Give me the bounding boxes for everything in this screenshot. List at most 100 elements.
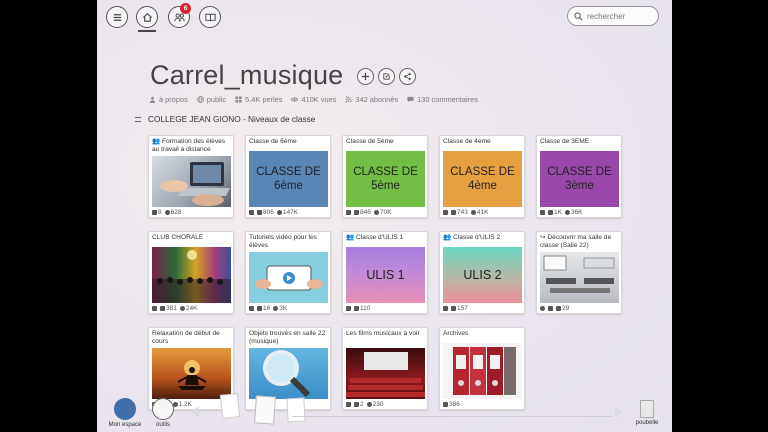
section-header[interactable]: COLLEGE JEAN GIONO - Niveaux de classe: [135, 114, 315, 124]
laptop-illustration: [160, 162, 230, 206]
video-phone-illustration: [255, 265, 323, 291]
book-icon: [204, 13, 216, 21]
card-image: ULIS 2: [443, 247, 522, 303]
poubelle-button[interactable]: poubelle: [633, 400, 661, 426]
tray-item[interactable]: [254, 395, 276, 425]
poubelle-label: poubelle: [635, 420, 659, 426]
card-caption: Les films musicaux à voir: [346, 330, 420, 337]
card-image: CLASSE DE 4ème: [443, 151, 522, 207]
book-button[interactable]: [199, 6, 221, 28]
collapse-icon: [135, 116, 141, 122]
card-image: CLASSE DE 3ème: [540, 151, 619, 207]
card-image-binders: [443, 343, 522, 399]
comments-label: 130 commentaires: [417, 95, 478, 104]
card-formation[interactable]: 👥 Formation des élèves au travail à dist…: [148, 135, 234, 218]
choir-illustration: [152, 250, 231, 303]
comment-icon: [407, 96, 414, 103]
trash-icon: [640, 400, 654, 418]
comments-info: 130 commentaires: [407, 95, 478, 104]
subscribers-info: 342 abonnés: [345, 95, 398, 104]
menu-button[interactable]: [106, 6, 128, 28]
views-label: 410K vues: [301, 95, 337, 104]
grid-icon: [235, 96, 242, 103]
card-classe-5[interactable]: Classe de 5ème CLASSE DE 5ème 846 70K: [342, 135, 428, 218]
card-image: CLASSE DE 5ème: [346, 151, 425, 207]
edit-button[interactable]: [378, 68, 395, 85]
page-meta: à propos public 5.4K perles 410K vues 34…: [149, 95, 478, 104]
outils-button[interactable]: outils: [149, 398, 177, 428]
card-caption: Objets trouvés en salle 22 (musique): [249, 330, 326, 345]
card-stats: 846 70K: [346, 209, 424, 216]
globe-icon: [196, 96, 204, 103]
card-image: ULIS 1: [346, 247, 425, 303]
scroll-right-arrow-icon[interactable]: [615, 406, 623, 418]
perles-info: 5.4K perles: [235, 95, 282, 104]
card-caption: 👥 Formation des élèves au travail à dist…: [152, 138, 226, 153]
card-image: CLASSE DE 6ème: [249, 151, 328, 207]
card-classe-6[interactable]: Classe de 6ème CLASSE DE 6ème 806 147K: [245, 135, 331, 218]
card-stats: 16 3K: [249, 305, 327, 312]
section-title: COLLEGE JEAN GIONO - Niveaux de classe: [148, 114, 316, 124]
card-classe-3[interactable]: Classe de 3EME CLASSE DE 3ème 1K 36K: [536, 135, 622, 218]
mon-espace-button[interactable]: Mon espace: [105, 398, 145, 428]
card-tutoriels[interactable]: Tutoriels vidéo pour les élèves 16 3K: [245, 231, 331, 314]
card-stats: 743 41K: [443, 209, 521, 216]
home-button[interactable]: [136, 6, 158, 28]
card-image-stage-choir: [152, 247, 231, 303]
about-label: à propos: [159, 95, 188, 104]
active-tab-indicator: [138, 30, 156, 32]
mon-espace-label: Mon espace: [108, 422, 142, 428]
app-window: 6 Carrel_musique à propos public: [97, 0, 672, 432]
graduation-cap-icon: [114, 398, 136, 420]
card-club-chorale[interactable]: CLUB CHORALE 381 24K: [148, 231, 234, 314]
card-ulis-1[interactable]: 👥 Classe d'ULIS 1 ULIS 1 110: [342, 231, 428, 314]
card-caption: Relaxation de début de cours: [152, 330, 220, 345]
page-title: Carrel_musique: [150, 60, 344, 90]
top-bar: 6: [97, 0, 672, 34]
notification-badge: 6: [180, 3, 191, 14]
tray-divider: [292, 416, 612, 417]
card-stats: 381 24K: [152, 305, 230, 312]
card-stats: 110: [346, 305, 424, 312]
card-stats: 806 147K: [249, 209, 327, 216]
search-input[interactable]: [587, 11, 653, 21]
card-ulis-2[interactable]: 👥 Classe d'ULIS 2 ULIS 2 157: [439, 231, 525, 314]
card-stats: 1K 36K: [540, 209, 618, 216]
rss-icon: [345, 96, 352, 103]
card-image-classroom: [540, 252, 619, 303]
person-icon: [149, 96, 156, 103]
card-caption: ↪ Découvrir ma salle de classe (Salle 22…: [540, 234, 612, 249]
card-salle-22[interactable]: ↪ Découvrir ma salle de classe (Salle 22…: [536, 231, 622, 314]
share-icon: [404, 72, 411, 81]
visibility-info: public: [196, 95, 227, 104]
card-stats: 157: [443, 305, 521, 312]
bottom-dock: Mon espace outils poubelle: [97, 392, 672, 432]
about-link[interactable]: à propos: [149, 95, 188, 104]
scroll-left-arrow-icon[interactable]: [191, 406, 199, 418]
tray-item[interactable]: [286, 397, 306, 423]
card-classe-4[interactable]: Classe de 4eme CLASSE DE 4ème 743 41K: [439, 135, 525, 218]
menu-icon: [113, 13, 121, 21]
search-box[interactable]: [567, 6, 659, 26]
card-caption: Tutoriels vidéo pour les élèves: [249, 234, 317, 249]
views-info: 410K vues: [291, 95, 336, 104]
home-icon: [142, 12, 152, 22]
card-image-video-phone: [249, 252, 328, 303]
wrench-icon: [152, 398, 174, 420]
perles-label: 5.4K perles: [245, 95, 283, 104]
binders-illustration: [453, 347, 516, 395]
card-stats: 8 628: [152, 209, 230, 216]
card-image-laptop-hands: [152, 156, 231, 207]
visibility-label: public: [206, 95, 227, 104]
tray-item[interactable]: [219, 393, 241, 419]
title-actions: [357, 68, 416, 85]
share-button[interactable]: [399, 68, 416, 85]
add-button[interactable]: [357, 68, 374, 85]
edit-icon: [383, 73, 390, 80]
plus-icon: [361, 72, 370, 81]
classroom-illustration: [543, 255, 615, 293]
outils-label: outils: [155, 422, 170, 428]
eye-icon: [291, 97, 299, 102]
search-icon: [574, 11, 583, 21]
card-stats: 29: [540, 305, 618, 312]
